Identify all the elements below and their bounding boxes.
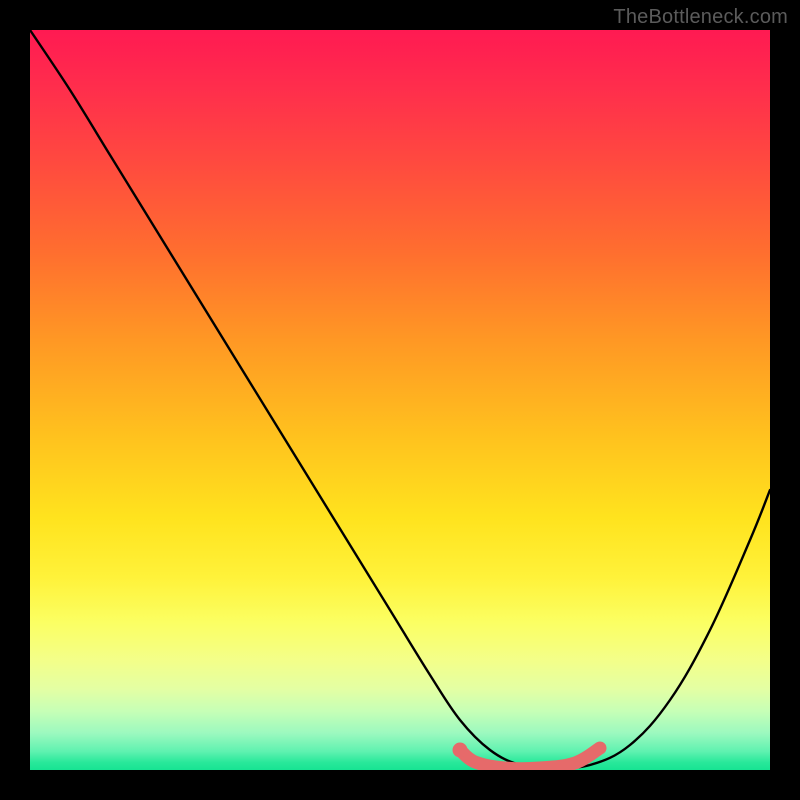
bottleneck-curve [30, 30, 770, 768]
plot-area [30, 30, 770, 770]
attribution-text: TheBottleneck.com [613, 6, 788, 29]
curve-layer [30, 30, 770, 770]
optimal-point-marker [453, 743, 468, 758]
optimal-range-marker [460, 748, 600, 769]
chart-frame: TheBottleneck.com [0, 0, 800, 800]
